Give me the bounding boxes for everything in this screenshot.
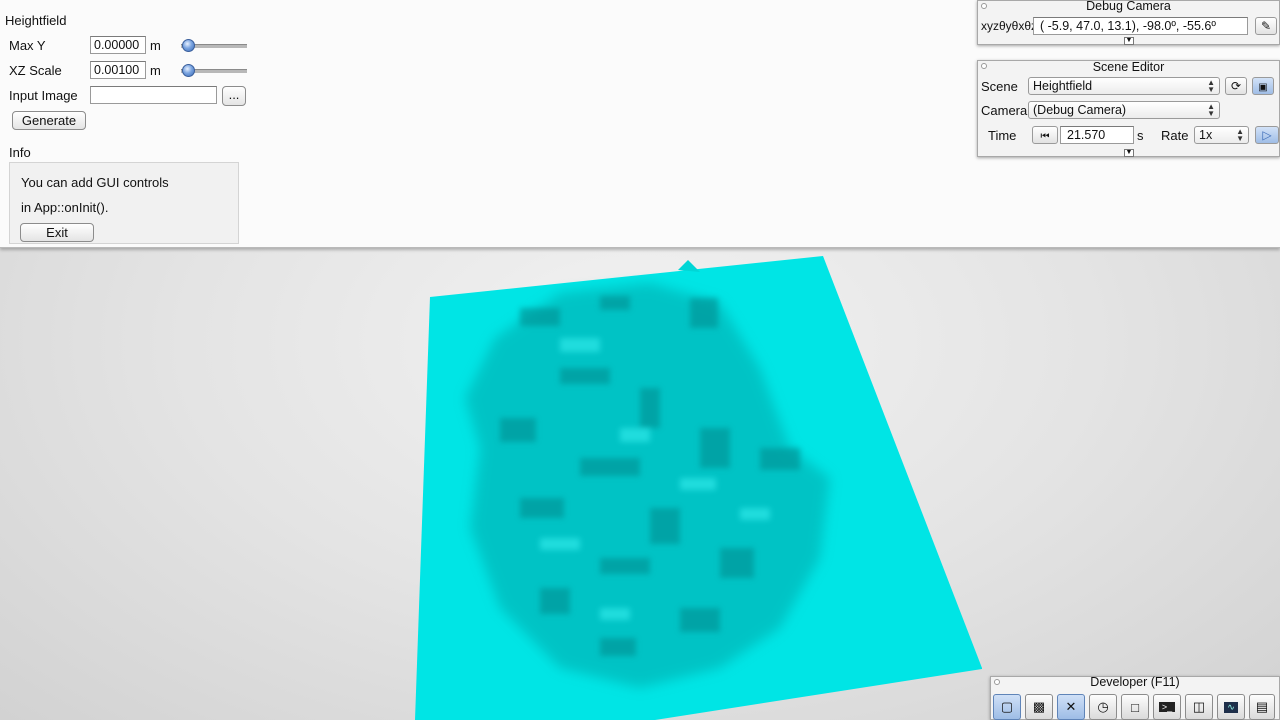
profiler-icon: ∿: [1224, 701, 1238, 713]
rate-label: Rate: [1161, 128, 1189, 143]
reload-scene-button[interactable]: ⟳: [1225, 77, 1247, 95]
developer-title: Developer (F11): [1090, 675, 1180, 689]
info-box: You can add GUI controls in App::onInit(…: [9, 162, 239, 244]
info-line-2: in App::onInit().: [21, 200, 109, 215]
heightfield-render: [415, 256, 982, 720]
developer-log-button[interactable]: ▤: [1249, 694, 1275, 720]
xz-scale-input[interactable]: 0.00100: [90, 61, 146, 79]
reload-icon: ⟳: [1230, 79, 1242, 93]
scene-label: Scene: [981, 79, 1018, 94]
camera-coord-input[interactable]: ( -5.9, 47.0, 13.1), -98.0º, -55.6º: [1033, 17, 1248, 35]
time-reset-button[interactable]: ⏮: [1032, 126, 1058, 144]
scene-editor-title: Scene Editor: [1092, 60, 1165, 74]
camera-coord-label: xyzθyθxθz: [981, 19, 1038, 33]
developer-scene-button[interactable]: ◫: [1185, 694, 1213, 720]
browse-button[interactable]: ...: [222, 86, 246, 106]
clapperboard-icon: ▩: [1032, 699, 1046, 714]
eraser-icon: ✎: [1260, 19, 1272, 33]
lock-icon: ▣: [1258, 82, 1268, 93]
select-arrows-icon: ▲ ▼: [1207, 78, 1215, 94]
xz-scale-label: XZ Scale: [9, 63, 62, 78]
developer-new-button[interactable]: □: [1121, 694, 1149, 720]
debug-camera-title: Debug Camera: [1086, 0, 1171, 13]
time-input[interactable]: 21.570: [1060, 126, 1134, 144]
input-image-label: Input Image: [9, 88, 78, 103]
lock-scene-button[interactable]: ▣: [1252, 77, 1274, 95]
generate-button[interactable]: Generate: [12, 111, 86, 130]
max-y-label: Max Y: [9, 38, 46, 53]
time-label: Time: [988, 128, 1017, 143]
camera-icon: ▢: [1000, 699, 1014, 714]
xz-scale-unit: m: [150, 63, 161, 78]
time-unit: s: [1137, 128, 1144, 143]
rate-select[interactable]: 1x ▲ ▼: [1194, 126, 1249, 144]
camera-select-value: (Debug Camera): [1033, 103, 1127, 117]
max-y-slider-handle[interactable]: [182, 39, 195, 52]
tools-icon: ✕: [1065, 699, 1077, 714]
scene-select[interactable]: Heightfield ▲ ▼: [1028, 77, 1220, 95]
developer-timer-button[interactable]: ◷: [1089, 694, 1117, 720]
scene-editor-collapse-toggle[interactable]: ▼: [1124, 149, 1134, 157]
xz-scale-slider-handle[interactable]: [182, 64, 195, 77]
scene-graph-icon: ◫: [1192, 699, 1206, 714]
developer-profiler-button[interactable]: ∿: [1217, 694, 1245, 720]
developer-window[interactable]: Developer (F11) ▢ ▩ ✕ ◷ □ >_ ◫ ∿ ▤: [990, 676, 1280, 720]
input-image-field[interactable]: [90, 86, 217, 104]
rate-select-value: 1x: [1199, 128, 1213, 142]
3d-viewport[interactable]: [0, 248, 1280, 720]
developer-console-button[interactable]: >_: [1153, 694, 1181, 720]
camera-select[interactable]: (Debug Camera) ▲ ▼: [1028, 101, 1220, 119]
developer-video-button[interactable]: ▩: [1025, 694, 1053, 720]
scene-select-value: Heightfield: [1033, 79, 1093, 93]
select-arrows-icon: ▲ ▼: [1236, 127, 1244, 143]
camera-label: Camera: [981, 103, 1028, 118]
terminal-icon: >_: [1158, 702, 1176, 712]
new-window-icon: □: [1131, 699, 1139, 715]
document-icon: ▤: [1255, 699, 1269, 714]
exit-button[interactable]: Exit: [20, 223, 94, 242]
max-y-input[interactable]: 0.00000: [90, 36, 146, 54]
clock-icon: ◷: [1097, 699, 1109, 714]
rewind-icon: ⏮: [1040, 131, 1050, 142]
select-arrows-icon: ▲ ▼: [1207, 102, 1215, 118]
developer-camera-button[interactable]: ▢: [993, 694, 1021, 720]
max-y-unit: m: [150, 38, 161, 53]
developer-tools-button[interactable]: ✕: [1057, 694, 1085, 720]
gui-pane: Heightfield Max Y 0.00000 m XZ Scale 0.0…: [0, 0, 1280, 248]
info-title: Info: [9, 145, 31, 160]
play-icon: ▷: [1262, 128, 1272, 142]
heightfield-peak: [678, 260, 700, 272]
play-button[interactable]: ▷: [1255, 126, 1279, 144]
info-line-1: You can add GUI controls: [21, 175, 169, 190]
debug-camera-collapse-toggle[interactable]: ▼: [1124, 37, 1134, 45]
scene-editor-window[interactable]: Scene Editor Scene Heightfield ▲ ▼ ⟳ ▣ Ca…: [977, 60, 1280, 157]
copy-camera-button[interactable]: ✎: [1255, 17, 1277, 35]
panel-title: Heightfield: [5, 13, 67, 28]
debug-camera-window[interactable]: Debug Camera xyzθyθxθz ( -5.9, 47.0, 13.…: [977, 0, 1280, 45]
